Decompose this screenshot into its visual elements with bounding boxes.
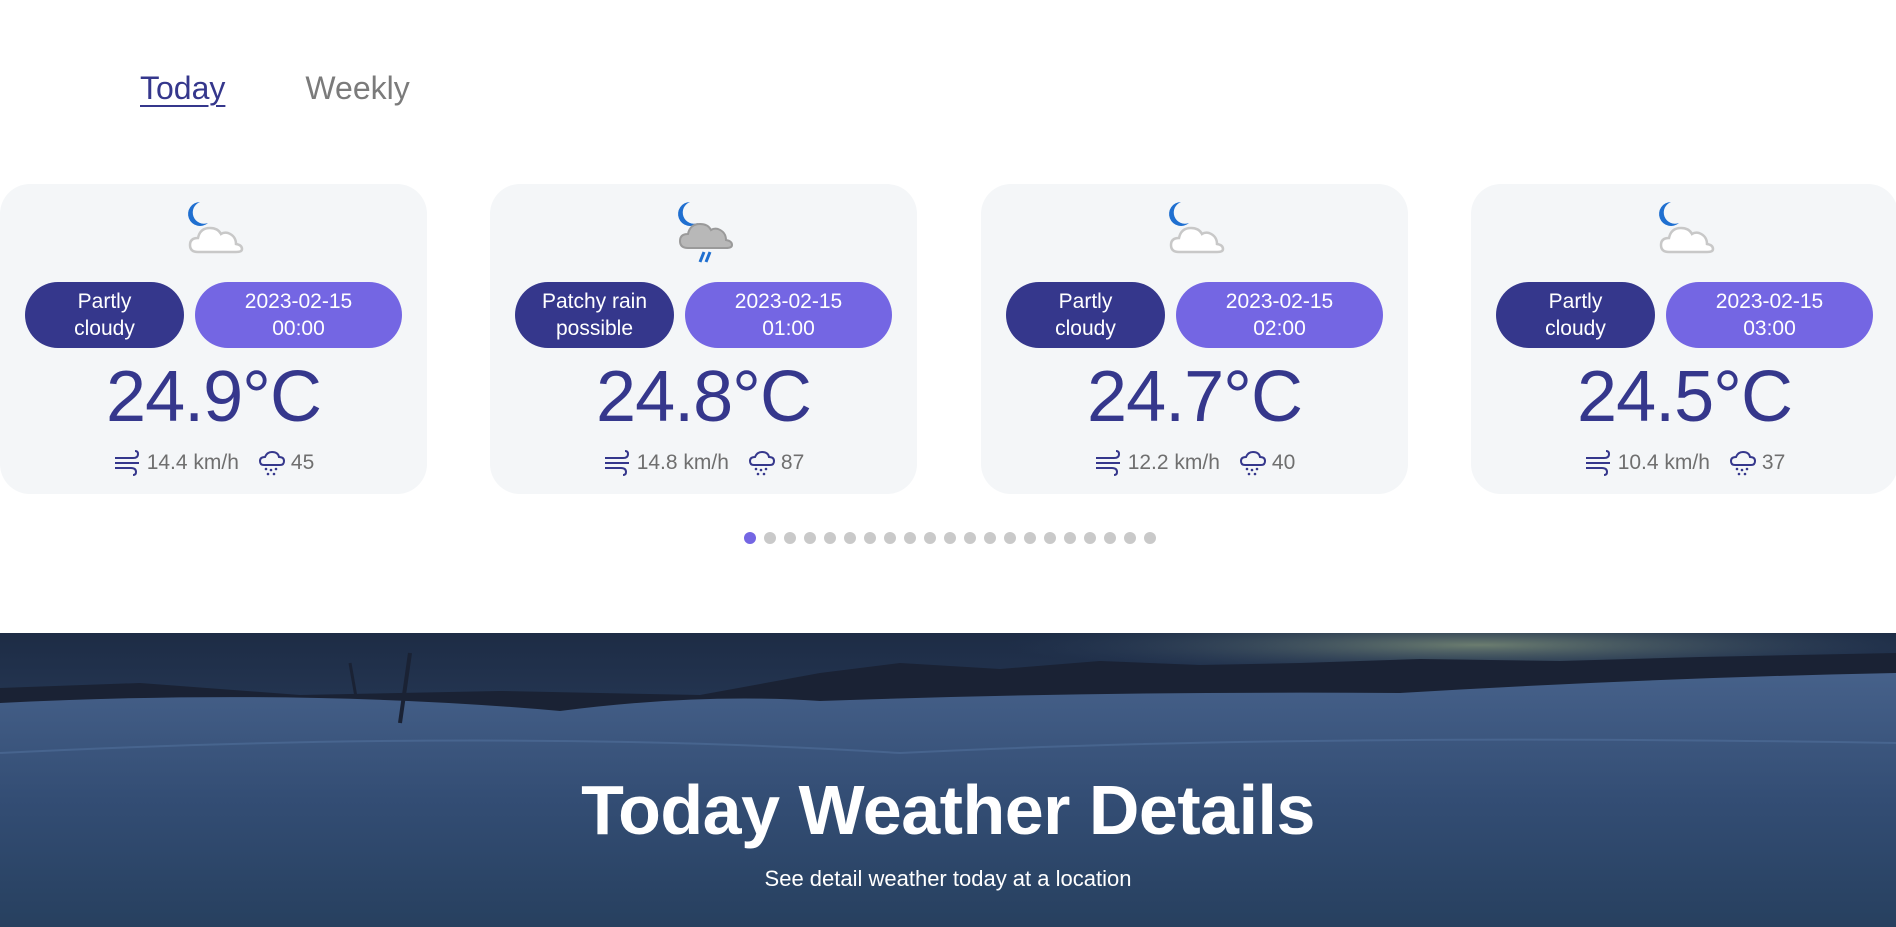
pagination-dot[interactable] bbox=[784, 532, 796, 544]
card-pills: Partly cloudy 2023-02-15 02:00 bbox=[1006, 282, 1383, 348]
wind-speed: 10.4 km/h bbox=[1617, 451, 1710, 474]
pagination-dot[interactable] bbox=[764, 532, 776, 544]
humidity-value: 37 bbox=[1761, 451, 1786, 474]
pagination-dot[interactable] bbox=[904, 532, 916, 544]
tab-weekly[interactable]: Weekly bbox=[305, 70, 409, 109]
date-text: 2023-02-15 bbox=[734, 290, 843, 313]
humidity-icon bbox=[258, 450, 285, 476]
hourly-carousel[interactable]: Partly cloudy 2023-02-15 00:00 24.9°C 14… bbox=[0, 184, 1896, 494]
datetime-badge: 2023-02-15 00:00 bbox=[195, 282, 402, 348]
condition-badge: Partly cloudy bbox=[1006, 282, 1165, 348]
humidity-icon bbox=[1729, 450, 1756, 476]
datetime-badge: 2023-02-15 01:00 bbox=[685, 282, 892, 348]
pagination-dot[interactable] bbox=[884, 532, 896, 544]
temperature: 24.9°C bbox=[106, 357, 322, 437]
humidity-value: 87 bbox=[780, 451, 805, 474]
hourly-card[interactable]: Patchy rain possible 2023-02-15 01:00 24… bbox=[490, 184, 917, 494]
wind-speed: 14.4 km/h bbox=[146, 451, 239, 474]
tab-today[interactable]: Today bbox=[140, 70, 225, 109]
pagination-dot[interactable] bbox=[804, 532, 816, 544]
pagination-dot[interactable] bbox=[1144, 532, 1156, 544]
partly-cloudy-night-icon bbox=[1168, 202, 1224, 254]
hourly-card[interactable]: Partly cloudy 2023-02-15 00:00 24.9°C 14… bbox=[0, 184, 427, 494]
date-text: 2023-02-15 bbox=[1715, 290, 1824, 313]
wind-speed: 12.2 km/h bbox=[1127, 451, 1220, 474]
humidity-value: 45 bbox=[290, 451, 315, 474]
time-text: 00:00 bbox=[272, 317, 325, 340]
pagination-dot[interactable] bbox=[1044, 532, 1056, 544]
card-meta: 10.4 km/h 37 bbox=[1471, 450, 1896, 476]
datetime-badge: 2023-02-15 02:00 bbox=[1176, 282, 1383, 348]
temperature: 24.8°C bbox=[596, 357, 812, 437]
pagination-dot[interactable] bbox=[1124, 532, 1136, 544]
card-meta: 14.8 km/h 87 bbox=[490, 450, 917, 476]
condition-text: Partly bbox=[1548, 290, 1603, 313]
pagination-dot[interactable] bbox=[864, 532, 876, 544]
partly-cloudy-night-icon bbox=[1658, 202, 1714, 254]
pagination-dot[interactable] bbox=[984, 532, 996, 544]
patchy-rain-night-icon bbox=[677, 202, 733, 263]
date-text: 2023-02-15 bbox=[244, 290, 353, 313]
time-text: 01:00 bbox=[762, 317, 815, 340]
pagination-dot[interactable] bbox=[824, 532, 836, 544]
wind-icon bbox=[604, 450, 629, 476]
condition-badge: Partly cloudy bbox=[1496, 282, 1655, 348]
humidity-icon bbox=[1239, 450, 1266, 476]
condition-text: Partly bbox=[77, 290, 132, 313]
hero-title: Today Weather Details bbox=[581, 771, 1315, 849]
pagination-dot[interactable] bbox=[1024, 532, 1036, 544]
card-pills: Patchy rain possible 2023-02-15 01:00 bbox=[515, 282, 892, 348]
condition-text: cloudy bbox=[74, 317, 135, 340]
date-text: 2023-02-15 bbox=[1225, 290, 1334, 313]
hourly-card[interactable]: Partly cloudy 2023-02-15 03:00 24.5°C 10… bbox=[1471, 184, 1896, 494]
forecast-tabs: Today Weekly bbox=[140, 70, 410, 109]
hourly-card[interactable]: Partly cloudy 2023-02-15 02:00 24.7°C 12… bbox=[981, 184, 1408, 494]
card-meta: 12.2 km/h 40 bbox=[981, 450, 1408, 476]
condition-badge: Patchy rain possible bbox=[515, 282, 674, 348]
card-meta: 14.4 km/h 45 bbox=[0, 450, 427, 476]
condition-text: Patchy rain bbox=[541, 290, 648, 313]
datetime-badge: 2023-02-15 03:00 bbox=[1666, 282, 1873, 348]
pagination-dot[interactable] bbox=[844, 532, 856, 544]
condition-text: Partly bbox=[1058, 290, 1113, 313]
hero-subtitle: See detail weather today at a location bbox=[764, 866, 1132, 891]
time-text: 03:00 bbox=[1743, 317, 1796, 340]
wind-speed: 14.8 km/h bbox=[636, 451, 729, 474]
time-text: 02:00 bbox=[1253, 317, 1306, 340]
card-pills: Partly cloudy 2023-02-15 03:00 bbox=[1496, 282, 1873, 348]
wind-icon bbox=[114, 450, 139, 476]
temperature: 24.7°C bbox=[1087, 357, 1303, 437]
pagination-dot[interactable] bbox=[1084, 532, 1096, 544]
carousel-pagination bbox=[744, 532, 1156, 544]
humidity-icon bbox=[748, 450, 775, 476]
temperature: 24.5°C bbox=[1577, 357, 1793, 437]
condition-badge: Partly cloudy bbox=[25, 282, 184, 348]
condition-text: cloudy bbox=[1055, 317, 1116, 340]
pagination-dot[interactable] bbox=[744, 532, 756, 544]
condition-text: possible bbox=[555, 317, 634, 340]
condition-text: cloudy bbox=[1545, 317, 1606, 340]
pagination-dot[interactable] bbox=[924, 532, 936, 544]
card-pills: Partly cloudy 2023-02-15 00:00 bbox=[25, 282, 402, 348]
pagination-dot[interactable] bbox=[944, 532, 956, 544]
humidity-value: 40 bbox=[1271, 451, 1296, 474]
pagination-dot[interactable] bbox=[1064, 532, 1076, 544]
pagination-dot[interactable] bbox=[964, 532, 976, 544]
pagination-dot[interactable] bbox=[1004, 532, 1016, 544]
pagination-dot[interactable] bbox=[1104, 532, 1116, 544]
partly-cloudy-night-icon bbox=[187, 202, 243, 254]
wind-icon bbox=[1585, 450, 1610, 476]
wind-icon bbox=[1095, 450, 1120, 476]
hero-banner: Today Weather Details See detail weather… bbox=[0, 633, 1896, 927]
